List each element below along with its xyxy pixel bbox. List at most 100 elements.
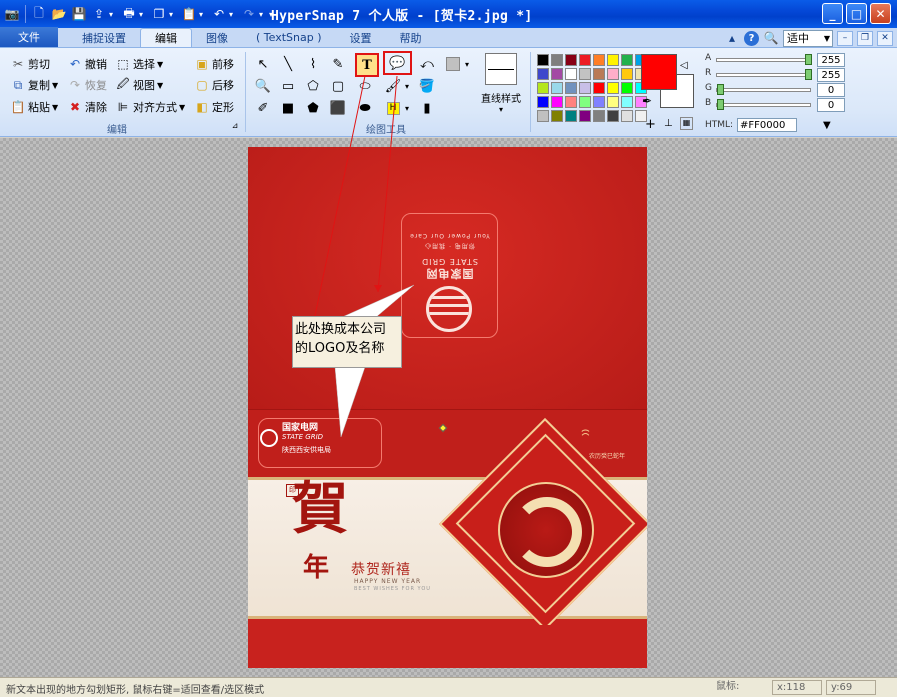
tab-settings[interactable]: 设置 <box>336 28 386 47</box>
palette-swatch[interactable] <box>551 110 563 122</box>
print-dropdown-icon[interactable]: ▾ <box>139 10 147 19</box>
tab-textsnap[interactable]: ( TextSnap ) <box>242 28 336 47</box>
callout-tool-icon[interactable]: 💬 <box>383 51 412 75</box>
palette-swatch[interactable] <box>537 68 549 80</box>
html-color-input[interactable]: #FF0000 <box>737 118 797 132</box>
channel-slider[interactable] <box>716 54 812 65</box>
cut-button[interactable]: ✂ 剪切 <box>10 55 50 73</box>
palette-swatch[interactable] <box>551 68 563 80</box>
palette-swatch[interactable] <box>621 96 633 108</box>
pencil-tool-icon[interactable]: ✎ <box>328 54 348 74</box>
palette-swatch[interactable] <box>579 68 591 80</box>
line-style-button[interactable]: 直线样式 ▾ <box>479 53 523 114</box>
slider-thumb[interactable] <box>717 99 724 110</box>
ellipse-tool-icon[interactable]: ⬭ <box>355 76 375 96</box>
palette-swatch[interactable] <box>593 54 605 66</box>
greeting-card-image[interactable]: 国家电网 STATE GRID 你用电 · 我用心 Your Power Our… <box>248 147 647 668</box>
palette-swatch[interactable] <box>621 82 633 94</box>
view-button[interactable]: 🖉 视图 ▼ <box>115 76 164 94</box>
slider-thumb[interactable] <box>805 54 812 65</box>
maximize-button[interactable]: □ <box>846 3 867 24</box>
rectangle-tool-icon[interactable]: ▭ <box>278 76 298 96</box>
upload-icon[interactable]: ⇪ <box>90 5 108 23</box>
select-button[interactable]: ⬚ 选择 ▼ <box>115 55 163 73</box>
filled-ellipse-tool-icon[interactable]: ⬬ <box>355 98 375 118</box>
palette-swatch[interactable] <box>537 82 549 94</box>
palette-swatch[interactable] <box>565 68 577 80</box>
palette-swatch[interactable] <box>593 82 605 94</box>
window-icon[interactable]: ❐ <box>150 5 168 23</box>
palette-swatch[interactable] <box>621 110 633 122</box>
channel-slider[interactable] <box>716 69 812 80</box>
palette-swatch[interactable] <box>593 96 605 108</box>
filled-polygon-tool-icon[interactable]: ⬟ <box>303 98 323 118</box>
undo-dropdown-icon[interactable]: ▾ <box>229 10 237 19</box>
dialog-launcher-icon[interactable]: ⊿ <box>230 120 240 130</box>
undo-button[interactable]: ↶ 撤销 <box>67 55 107 73</box>
foreground-color-swatch[interactable] <box>641 54 677 90</box>
copy-dropdown-icon[interactable]: ▼ <box>52 81 58 90</box>
dropdown-arrow-icon[interactable]: ▴ <box>724 30 740 46</box>
tab-capture-settings[interactable]: 捕捉设置 <box>68 28 140 47</box>
tab-image[interactable]: 图像 <box>192 28 242 47</box>
undo-icon[interactable]: ↶ <box>210 5 228 23</box>
channel-value-input[interactable]: 0 <box>817 98 845 112</box>
palette-swatch[interactable] <box>551 82 563 94</box>
palette-swatch[interactable] <box>551 54 563 66</box>
redo-icon[interactable]: ↷ <box>240 5 258 23</box>
slider-thumb[interactable] <box>805 69 812 80</box>
help-icon[interactable]: ? <box>744 30 759 46</box>
rounded-rect-tool-icon[interactable]: ▢ <box>328 76 348 96</box>
clear-button[interactable]: ✖ 清除 <box>67 98 107 116</box>
upload-dropdown-icon[interactable]: ▾ <box>109 10 117 19</box>
palette-swatch[interactable] <box>537 110 549 122</box>
stamp-tool-icon[interactable]: ✐ <box>253 98 273 118</box>
palette-swatch[interactable] <box>579 54 591 66</box>
palette-swatch[interactable] <box>607 96 619 108</box>
paste-dropdown-icon[interactable]: ▾ <box>199 10 207 19</box>
channel-slider[interactable] <box>716 84 811 95</box>
brush-tool-icon[interactable]: 🖌 <box>383 76 403 96</box>
tab-help[interactable]: 帮助 <box>386 28 436 47</box>
tab-edit[interactable]: 编辑 <box>140 28 192 47</box>
paste-icon[interactable]: 📋 <box>180 5 198 23</box>
minimize-button[interactable]: _ <box>822 3 843 24</box>
paste-button[interactable]: 📋 粘贴 ▼ <box>10 98 59 116</box>
fill-color-icon[interactable] <box>443 54 463 74</box>
logo-callout-box[interactable]: 此处换成本公司 的LOGO及名称 <box>292 316 402 368</box>
ribbon-minimize-button[interactable]: – <box>837 30 853 46</box>
palette-swatch[interactable] <box>621 54 633 66</box>
open-icon[interactable]: 📂 <box>50 5 68 23</box>
new-icon[interactable]: 🗋 <box>30 5 48 23</box>
channel-slider[interactable] <box>716 99 811 110</box>
highlight-tool-icon[interactable]: H <box>383 98 403 118</box>
print-icon[interactable]: 🖶 <box>120 5 138 23</box>
ribbon-close-button[interactable]: ✕ <box>877 30 893 46</box>
text-tool-icon[interactable]: T <box>355 53 379 77</box>
view-dropdown-icon[interactable]: ▼ <box>157 81 163 90</box>
paste-menu-dropdown-icon[interactable]: ▼ <box>52 103 58 112</box>
palette-swatch[interactable] <box>607 68 619 80</box>
add-color-icon[interactable]: + <box>645 117 656 132</box>
zoom-tool-icon[interactable]: 🔍 <box>253 76 273 96</box>
pin-icon[interactable]: ⊥ <box>664 118 673 129</box>
arc-tool-icon[interactable]: ⤺ <box>417 54 437 74</box>
fill-dropdown-icon[interactable]: ▾ <box>465 60 469 69</box>
polyline-tool-icon[interactable]: ⌇ <box>303 54 323 74</box>
more-options-icon[interactable]: ▼ <box>823 120 831 131</box>
palette-swatch[interactable] <box>579 82 591 94</box>
redo-button[interactable]: ↷ 恢复 <box>67 76 107 94</box>
palette-swatch[interactable] <box>579 110 591 122</box>
send-back-button[interactable]: ▢ 后移 <box>194 76 234 94</box>
slider-thumb[interactable] <box>717 84 724 95</box>
highlight-dropdown-icon[interactable]: ▾ <box>405 104 409 113</box>
eraser-tool-icon[interactable]: ▮ <box>417 98 437 118</box>
filled-rounded-rect-icon[interactable]: ⬛ <box>328 98 348 118</box>
palette-swatch[interactable] <box>537 96 549 108</box>
palette-swatch[interactable] <box>607 82 619 94</box>
palette-swatch[interactable] <box>607 110 619 122</box>
redo-dropdown-icon[interactable]: ▾ <box>259 10 267 19</box>
tab-file[interactable]: 文件 <box>0 27 58 47</box>
palette-swatch[interactable] <box>537 54 549 66</box>
ribbon-restore-button[interactable]: ❐ <box>857 30 873 46</box>
